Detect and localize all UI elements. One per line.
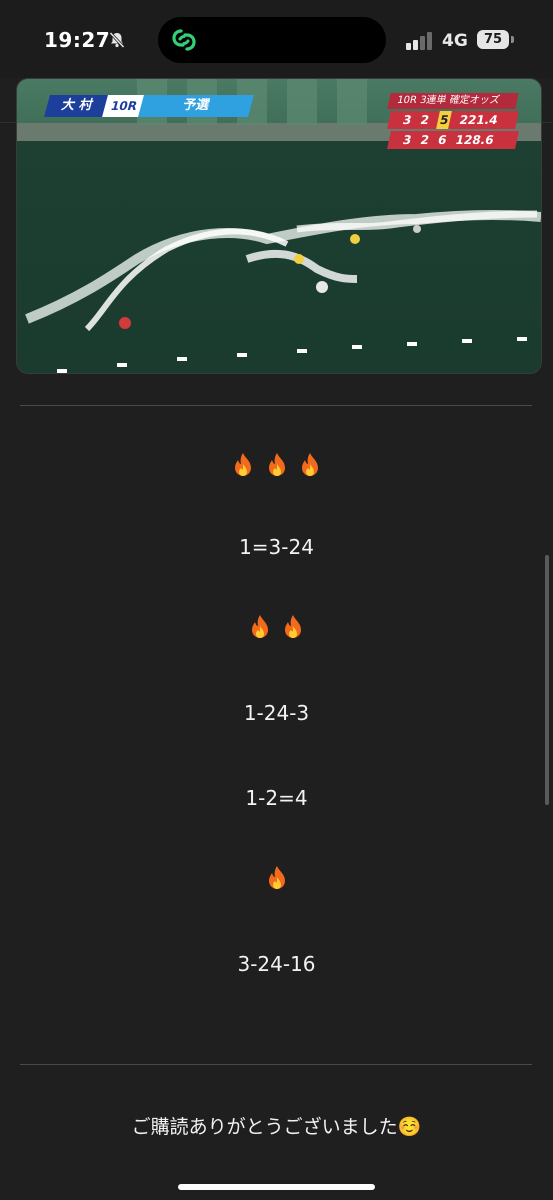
fire-icon [268,453,285,476]
battery-level: 75 [483,32,503,47]
odds-panel: 10R 3連単 確定オッズ 3 2 5 221.4 3 2 6 128.6 [387,93,519,149]
fire-icon [285,615,302,638]
flame-group-3 [0,452,553,478]
odds-header: 3連単 確定オッズ [418,95,501,106]
race-banner: 大 村 10R 予選 [44,95,254,117]
scrollbar[interactable] [545,555,549,805]
odds-row: 3 2 5 221.4 [387,111,519,129]
fire-icon [268,866,285,889]
home-indicator[interactable] [178,1184,375,1190]
status-bar: 19:27 4G 75 [0,0,553,78]
race-video[interactable]: 大 村 10R 予選 10R 3連単 確定オッズ 3 2 5 221.4 3 2… [16,78,542,374]
dynamic-island[interactable] [158,17,386,63]
pick-text: 1-2=4 [245,786,308,810]
flame-group-2 [0,614,553,640]
signal-icon [406,32,432,50]
divider [20,405,532,406]
network-label: 4G [442,31,468,51]
bell-slash-icon [109,31,125,49]
clock: 19:27 [44,28,111,52]
venue-label: 大 村 [44,95,110,117]
battery-icon: 75 [477,30,515,50]
pick-text: 1-24-3 [243,701,310,725]
closing-message: ご購読ありがとうございました☺️ [131,1116,422,1138]
pick-text: 3-24-16 [237,952,316,976]
app-link-icon [172,29,196,51]
flame-group-1 [0,865,553,891]
stage-label: 予選 [138,95,254,117]
odds-race: 10R [395,95,418,106]
fire-icon [301,453,318,476]
odds-row: 3 2 6 128.6 [387,131,519,149]
fire-icon [235,453,252,476]
fire-icon [251,615,268,638]
divider [20,1064,532,1065]
pick-text: 1=3-24 [239,535,314,559]
